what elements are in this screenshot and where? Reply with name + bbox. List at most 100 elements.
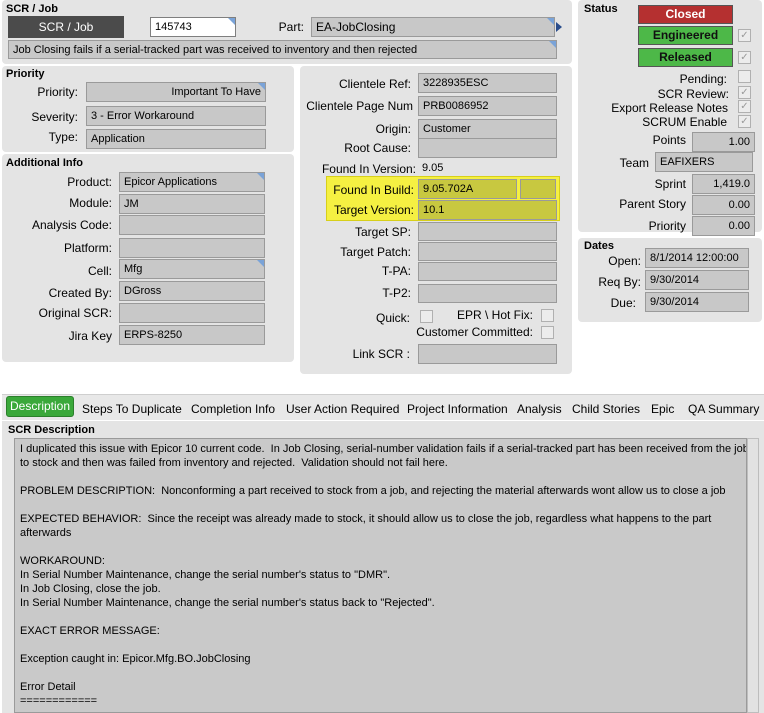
- req-by-date-field[interactable]: 9/30/2014: [645, 270, 749, 290]
- status-engineered-button[interactable]: Engineered: [638, 26, 733, 45]
- pending-checkbox[interactable]: [738, 70, 751, 83]
- priority-field[interactable]: Important To Have: [86, 82, 266, 102]
- team-field[interactable]: EAFIXERS: [655, 152, 753, 172]
- analysis-code-field[interactable]: [119, 215, 265, 235]
- description-line: [20, 638, 741, 652]
- sprint-field[interactable]: 1,419.0: [692, 174, 755, 194]
- sprint-label: Sprint: [654, 177, 686, 191]
- tab-user-action-required[interactable]: User Action Required: [286, 402, 399, 416]
- tp2-field[interactable]: [418, 284, 557, 303]
- original-scr-field[interactable]: [119, 303, 265, 323]
- target-sp-label: Target SP:: [354, 225, 411, 239]
- found-in-build-extra-field[interactable]: [520, 179, 556, 199]
- type-field[interactable]: Application: [86, 129, 266, 149]
- product-field[interactable]: Epicor Applications: [119, 172, 265, 192]
- due-date-field[interactable]: 9/30/2014: [645, 292, 749, 312]
- priority-label: Priority:: [37, 85, 78, 99]
- tab-completion-info[interactable]: Completion Info: [191, 402, 275, 416]
- tpa-field[interactable]: [418, 262, 557, 281]
- summary-field[interactable]: Job Closing fails if a serial-tracked pa…: [8, 40, 557, 59]
- created-by-field[interactable]: DGross: [119, 281, 265, 301]
- root-cause-field[interactable]: [418, 138, 557, 158]
- original-scr-label: Original SCR:: [38, 306, 112, 320]
- tab-project-information[interactable]: Project Information: [407, 402, 508, 416]
- status-released-button[interactable]: Released: [638, 48, 733, 67]
- tab-qa-summary[interactable]: QA Summary: [688, 402, 759, 416]
- target-patch-field[interactable]: [418, 242, 557, 261]
- description-line: Exception caught in: Epicor.Mfg.BO.JobCl…: [20, 653, 251, 665]
- scr-review-label: SCR Review:: [657, 87, 729, 101]
- quick-label: Quick:: [375, 311, 410, 325]
- team-label: Team: [619, 156, 649, 170]
- description-line: I duplicated this issue with Epicor 10 c…: [20, 443, 747, 455]
- tab-description[interactable]: Description: [6, 396, 74, 417]
- engineered-checkbox[interactable]: ✓: [738, 29, 751, 42]
- description-text: I duplicated this issue with Epicor 10 c…: [20, 442, 747, 708]
- analysis-code-label: Analysis Code:: [31, 218, 112, 232]
- target-patch-label: Target Patch:: [340, 245, 411, 259]
- dates-section-title: Dates: [584, 240, 614, 252]
- description-line: [20, 470, 741, 484]
- created-by-label: Created By:: [48, 286, 112, 300]
- description-scrollbar[interactable]: [747, 438, 759, 713]
- open-date-label: Open:: [608, 254, 641, 268]
- status-section-title: Status: [584, 3, 618, 15]
- found-in-build-field[interactable]: 9.05.702A: [418, 179, 517, 199]
- status-closed-button[interactable]: Closed: [638, 5, 733, 24]
- product-label: Product:: [67, 175, 112, 189]
- description-textarea[interactable]: I duplicated this issue with Epicor 10 c…: [14, 438, 747, 713]
- module-field[interactable]: JM: [119, 194, 265, 214]
- parent-story-field[interactable]: 0.00: [692, 195, 755, 215]
- cell-field[interactable]: Mfg: [119, 259, 265, 279]
- description-line: WORKAROUND:: [20, 555, 105, 567]
- description-line: ============: [20, 695, 98, 707]
- link-scr-field[interactable]: [418, 344, 557, 364]
- tab-analysis[interactable]: Analysis: [517, 402, 562, 416]
- description-line: In Serial Number Maintenance, change the…: [20, 597, 435, 609]
- tab-child-stories[interactable]: Child Stories: [572, 402, 640, 416]
- tab-steps-to-duplicate[interactable]: Steps To Duplicate: [82, 402, 182, 416]
- status-priority-field[interactable]: 0.00: [692, 216, 755, 236]
- description-line: EXPECTED BEHAVIOR: Since the receipt was…: [20, 513, 712, 525]
- jira-key-label: Jira Key: [68, 329, 112, 343]
- scrum-enable-checkbox[interactable]: ✓: [738, 115, 751, 128]
- tp2-label: T-P2:: [382, 286, 411, 300]
- export-release-notes-checkbox[interactable]: ✓: [738, 100, 751, 113]
- description-line: EXACT ERROR MESSAGE:: [20, 625, 160, 637]
- severity-field[interactable]: 3 - Error Workaround: [86, 106, 266, 126]
- description-line: to stock and then was failed from invent…: [20, 457, 448, 469]
- scr-number-field[interactable]: 145743: [150, 17, 236, 37]
- scr-job-button[interactable]: SCR / Job: [8, 16, 124, 38]
- clientele-page-label: Clientele Page Num: [306, 99, 413, 113]
- description-line: [20, 498, 741, 512]
- epr-hotfix-checkbox[interactable]: [541, 309, 554, 322]
- platform-field[interactable]: [119, 238, 265, 258]
- released-checkbox[interactable]: ✓: [738, 51, 751, 64]
- origin-field[interactable]: Customer: [418, 119, 557, 139]
- due-date-label: Due:: [610, 296, 636, 310]
- part-dropdown-arrow-icon[interactable]: [556, 22, 562, 32]
- customer-committed-checkbox[interactable]: [541, 326, 554, 339]
- scr-review-checkbox[interactable]: ✓: [738, 86, 751, 99]
- scrum-enable-label: SCRUM Enable: [642, 115, 727, 129]
- cell-label: Cell:: [87, 264, 112, 278]
- link-scr-label: Link SCR :: [352, 347, 410, 361]
- origin-label: Origin:: [375, 122, 411, 136]
- open-date-field[interactable]: 8/1/2014 12:00:00: [645, 248, 749, 268]
- clientele-ref-label: Clientele Ref:: [338, 77, 411, 91]
- jira-key-field[interactable]: ERPS-8250: [119, 325, 265, 345]
- tpa-label: T-PA:: [381, 264, 411, 278]
- part-label: Part:: [278, 20, 304, 34]
- part-field[interactable]: EA-JobClosing: [311, 17, 555, 37]
- clientele-page-field[interactable]: PRB0086952: [418, 96, 557, 116]
- points-label: Points: [652, 133, 686, 147]
- additional-info-section-title: Additional Info: [6, 157, 83, 169]
- target-version-field[interactable]: 10.1: [418, 200, 557, 220]
- points-field[interactable]: 1.00: [692, 132, 755, 152]
- tab-epic[interactable]: Epic: [651, 402, 674, 416]
- export-release-notes-label: Export Release Notes: [611, 101, 728, 115]
- description-line: Error Detail: [20, 681, 76, 693]
- clientele-ref-field[interactable]: 3228935ESC: [418, 73, 557, 93]
- quick-checkbox[interactable]: [420, 310, 433, 323]
- target-sp-field[interactable]: [418, 222, 557, 241]
